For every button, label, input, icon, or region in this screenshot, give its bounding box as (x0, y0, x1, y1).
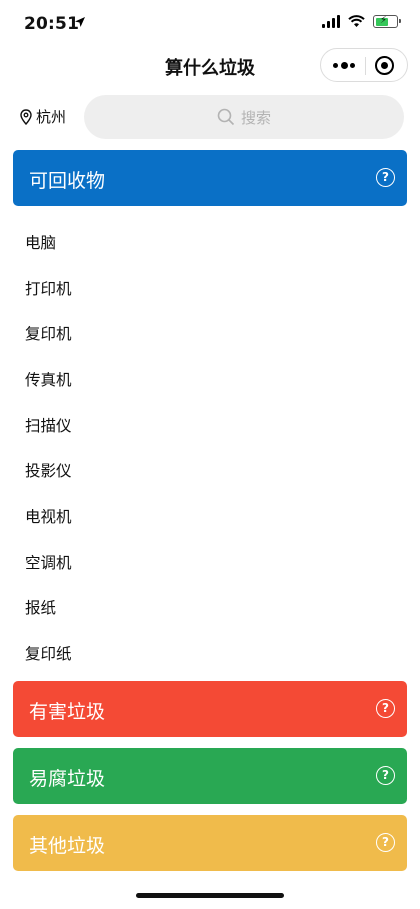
search-icon (217, 108, 235, 126)
list-item[interactable]: 传真机 (25, 368, 72, 390)
category-label: 易腐垃圾 (29, 768, 106, 790)
location-selector[interactable]: 杭州 (20, 106, 66, 127)
cellular-signal-icon (322, 15, 340, 28)
map-pin-icon (20, 108, 32, 125)
list-item[interactable]: 报纸 (25, 596, 56, 618)
list-item[interactable]: 复印机 (25, 322, 72, 344)
list-item[interactable]: 复印纸 (25, 642, 72, 664)
capsule-divider (365, 57, 366, 75)
list-item[interactable]: 电视机 (25, 505, 72, 527)
home-indicator (136, 893, 284, 898)
battery-icon: ⚡ (373, 15, 401, 28)
list-item[interactable]: 打印机 (25, 277, 72, 299)
category-hazardous[interactable]: 有害垃圾 ? (13, 681, 407, 737)
list-item[interactable]: 扫描仪 (25, 414, 72, 436)
location-city: 杭州 (36, 108, 67, 126)
category-perishable[interactable]: 易腐垃圾 ? (13, 748, 407, 804)
question-circle-icon[interactable]: ? (376, 168, 395, 187)
category-other[interactable]: 其他垃圾 ? (13, 815, 407, 871)
charging-bolt-icon: ⚡ (380, 15, 388, 26)
question-circle-icon[interactable]: ? (376, 833, 395, 852)
list-item[interactable]: 电脑 (25, 231, 56, 253)
list-item[interactable]: 投影仪 (25, 459, 72, 481)
status-bar: 20:51 ⚡ (0, 0, 420, 48)
category-label: 其他垃圾 (29, 835, 106, 857)
miniprogram-capsule (320, 48, 408, 82)
category-recyclable[interactable]: 可回收物 ? (13, 150, 407, 206)
search-placeholder: 搜索 (240, 108, 271, 127)
question-circle-icon[interactable]: ? (376, 766, 395, 785)
list-item[interactable]: 空调机 (25, 551, 72, 573)
close-miniprogram-icon[interactable] (375, 56, 394, 75)
wifi-icon (348, 15, 365, 27)
status-time: 20:51 (24, 14, 80, 34)
location-arrow-icon (75, 17, 85, 27)
question-circle-icon[interactable]: ? (376, 699, 395, 718)
category-label: 有害垃圾 (29, 701, 106, 723)
search-input[interactable]: 搜索 (84, 95, 404, 139)
more-dots-icon[interactable] (333, 59, 355, 71)
category-label: 可回收物 (29, 170, 106, 192)
